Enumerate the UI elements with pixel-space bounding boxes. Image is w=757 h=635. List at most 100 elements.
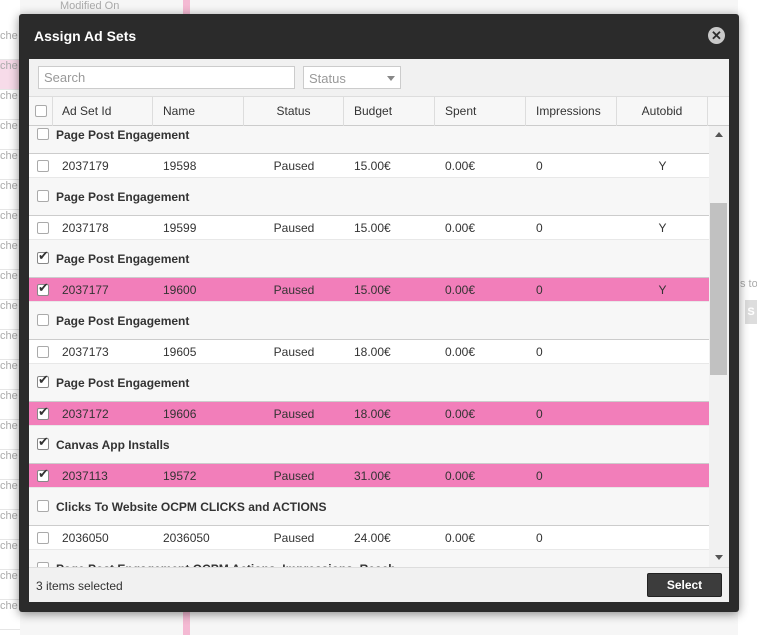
background-row: che <box>0 570 20 600</box>
background-row: che <box>0 360 20 390</box>
group-checkbox[interactable] <box>37 128 49 140</box>
cell-budget: 15.00€ <box>354 221 391 235</box>
scrollbar-thumb[interactable] <box>710 203 727 375</box>
status-filter-select[interactable]: Status <box>303 66 401 89</box>
cell-status: Paused <box>273 159 315 173</box>
cell-impressions: 0 <box>536 469 543 483</box>
search-input[interactable] <box>38 66 295 89</box>
cell-impressions: 0 <box>536 159 543 173</box>
group-checkbox[interactable] <box>37 190 49 202</box>
cell-status: Paused <box>273 283 315 297</box>
background-row: che <box>0 450 20 480</box>
background-row: che <box>0 240 20 270</box>
background-row: che <box>0 330 20 360</box>
group-row[interactable]: ✔ Page Post Engagement <box>29 364 709 402</box>
close-icon[interactable]: ✕ <box>708 27 725 44</box>
background-row: che <box>0 600 20 630</box>
column-header-status[interactable]: Status <box>244 97 344 126</box>
cell-spent: 0.00€ <box>445 283 476 297</box>
dialog-title: Assign Ad Sets <box>34 28 137 44</box>
group-row[interactable]: ✔ Page Post Engagement <box>29 240 709 278</box>
group-label: Canvas App Installs <box>56 438 170 452</box>
group-label: Page Post Engagement <box>56 314 190 328</box>
cell-autobid: Y <box>658 283 667 297</box>
group-label: Clicks To Website OCPM CLICKS and ACTION… <box>56 500 327 514</box>
row-checkbox[interactable] <box>37 532 49 544</box>
cell-id: 2037178 <box>62 221 109 235</box>
background-left-column: che che che che che che che che che che che che che c… <box>0 0 20 635</box>
table-row[interactable]: ✔ 2037177 19600 Paused 15.00€ 0.00€ 0 Y <box>29 278 709 302</box>
column-header-name[interactable]: Name <box>153 97 244 126</box>
cell-id: 2037179 <box>62 159 109 173</box>
status-filter-label: Status <box>309 71 346 86</box>
cell-id: 2036050 <box>62 531 109 545</box>
cell-impressions: 0 <box>536 407 543 421</box>
table-scrollbar[interactable] <box>709 126 729 567</box>
table-row[interactable]: 2037173 19605 Paused 18.00€ 0.00€ 0 <box>29 340 709 364</box>
row-checkbox[interactable]: ✔ <box>37 405 49 420</box>
cell-spent: 0.00€ <box>445 407 476 421</box>
group-label: Page Post Engagement <box>56 252 190 266</box>
table-row[interactable]: 2037179 19598 Paused 15.00€ 0.00€ 0 Y <box>29 154 709 178</box>
cell-name: 19606 <box>163 407 197 421</box>
row-checkbox[interactable] <box>37 222 49 234</box>
check-icon: ✔ <box>38 280 49 295</box>
cell-impressions: 0 <box>536 531 543 545</box>
cell-status: Paused <box>273 407 315 421</box>
ad-sets-table-body: Page Post Engagement 2037179 19598 Paused 15… <box>29 126 709 567</box>
cell-name: 19600 <box>163 283 197 297</box>
dialog-body: Status Ad Set Id Name Status Budget Spen… <box>29 59 729 602</box>
background-column-header: Modified On <box>60 0 120 12</box>
group-label: Page Post Engagement <box>56 376 190 390</box>
chevron-down-icon <box>387 76 395 81</box>
group-row[interactable]: Page Post Engagement <box>29 302 709 340</box>
column-header-spent[interactable]: Spent <box>435 97 526 126</box>
select-button[interactable]: Select <box>647 573 722 597</box>
table-row[interactable]: ✔ 2037113 19572 Paused 31.00€ 0.00€ 0 <box>29 464 709 488</box>
group-checkbox[interactable]: ✔ <box>37 248 49 264</box>
group-checkbox[interactable] <box>37 314 49 326</box>
group-row[interactable]: Clicks To Website OCPM CLICKS and ACTION… <box>29 488 709 526</box>
scroll-up-icon[interactable] <box>715 132 723 137</box>
row-checkbox[interactable] <box>37 346 49 358</box>
cell-impressions: 0 <box>536 221 543 235</box>
group-checkbox[interactable] <box>37 500 49 512</box>
background-row: che <box>0 120 20 150</box>
row-checkbox[interactable]: ✔ <box>37 466 49 482</box>
table-row[interactable]: 2037178 19599 Paused 15.00€ 0.00€ 0 Y <box>29 216 709 240</box>
scroll-down-icon[interactable] <box>715 555 723 560</box>
column-header-autobid[interactable]: Autobid <box>617 97 708 126</box>
cell-budget: 31.00€ <box>354 469 391 483</box>
column-header-budget[interactable]: Budget <box>344 97 435 126</box>
group-row[interactable]: Page Post Engagement <box>29 126 709 154</box>
table-row[interactable]: 2036050 2036050 Paused 24.00€ 0.00€ 0 <box>29 526 709 550</box>
background-row: che <box>0 30 20 60</box>
group-checkbox[interactable]: ✔ <box>37 372 49 388</box>
cell-name: 2036050 <box>163 531 210 545</box>
row-checkbox[interactable]: ✔ <box>37 280 49 296</box>
cell-status: Paused <box>273 221 315 235</box>
cell-spent: 0.00€ <box>445 531 476 545</box>
cell-budget: 18.00€ <box>354 407 391 421</box>
group-row[interactable]: Page Post Engagement <box>29 178 709 216</box>
cell-spent: 0.00€ <box>445 159 476 173</box>
column-header-impressions[interactable]: Impressions <box>526 97 617 126</box>
group-row[interactable]: Page Post Engagement OCPM Actions, Impre… <box>29 550 709 567</box>
cell-name: 19572 <box>163 469 197 483</box>
check-icon: ✔ <box>38 466 49 481</box>
check-icon: ✔ <box>38 372 49 387</box>
background-row: che <box>0 90 20 120</box>
cell-id: 2037172 <box>62 407 109 421</box>
group-checkbox[interactable]: ✔ <box>37 435 49 450</box>
group-row[interactable]: ✔ Canvas App Installs <box>29 426 709 464</box>
check-icon: ✔ <box>38 248 49 263</box>
background-row: che <box>0 300 20 330</box>
assign-ad-sets-dialog: Assign Ad Sets ✕ Status Ad Set Id Name S… <box>19 14 739 612</box>
column-header-ad-set-id[interactable]: Ad Set Id <box>53 97 153 126</box>
row-checkbox[interactable] <box>37 160 49 172</box>
cell-status: Paused <box>273 531 315 545</box>
select-all-checkbox[interactable] <box>35 105 47 117</box>
background-row: che <box>0 420 20 450</box>
background-row: che <box>0 510 20 540</box>
table-row[interactable]: ✔ 2037172 19606 Paused 18.00€ 0.00€ 0 <box>29 402 709 426</box>
